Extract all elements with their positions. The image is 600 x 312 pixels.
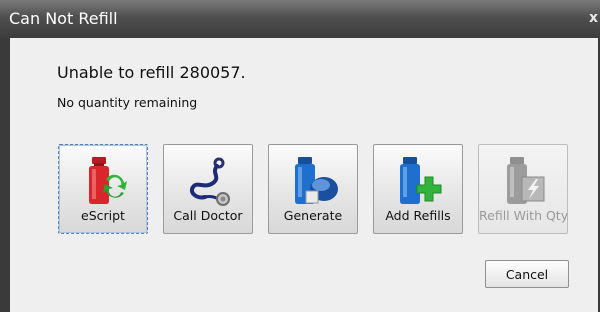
escript-icon xyxy=(89,157,127,204)
error-detail: No quantity remaining xyxy=(57,95,198,110)
title-bar[interactable]: Can Not Refill x xyxy=(0,0,600,38)
refill-with-qty-label: Refill With Qty xyxy=(479,208,569,223)
window-title: Can Not Refill xyxy=(9,9,118,28)
call-doctor-label: Call Doctor xyxy=(173,208,243,223)
add-refills-icon xyxy=(400,157,442,204)
generate-label: Generate xyxy=(283,208,343,223)
generate-button[interactable]: Generate xyxy=(268,144,358,234)
escript-label: eScript xyxy=(81,208,125,223)
refill-with-qty-icon xyxy=(507,157,545,204)
stethoscope-icon xyxy=(190,157,230,206)
cancel-label: Cancel xyxy=(505,267,549,282)
add-refills-button[interactable]: Add Refills xyxy=(373,144,463,234)
window-left-border xyxy=(0,38,10,312)
dialog-window: Can Not Refill x Unable to refill 280057… xyxy=(0,0,600,312)
refill-with-qty-button[interactable]: Refill With Qty xyxy=(478,144,568,234)
dialog-content: Unable to refill 280057. No quantity rem… xyxy=(10,38,598,312)
generate-icon xyxy=(295,157,338,204)
error-message: Unable to refill 280057. xyxy=(57,63,246,82)
close-icon[interactable]: x xyxy=(589,10,598,26)
call-doctor-button[interactable]: Call Doctor xyxy=(163,144,253,234)
add-refills-label: Add Refills xyxy=(385,208,451,223)
escript-button[interactable]: eScript xyxy=(58,144,148,234)
cancel-button[interactable]: Cancel xyxy=(485,260,569,288)
